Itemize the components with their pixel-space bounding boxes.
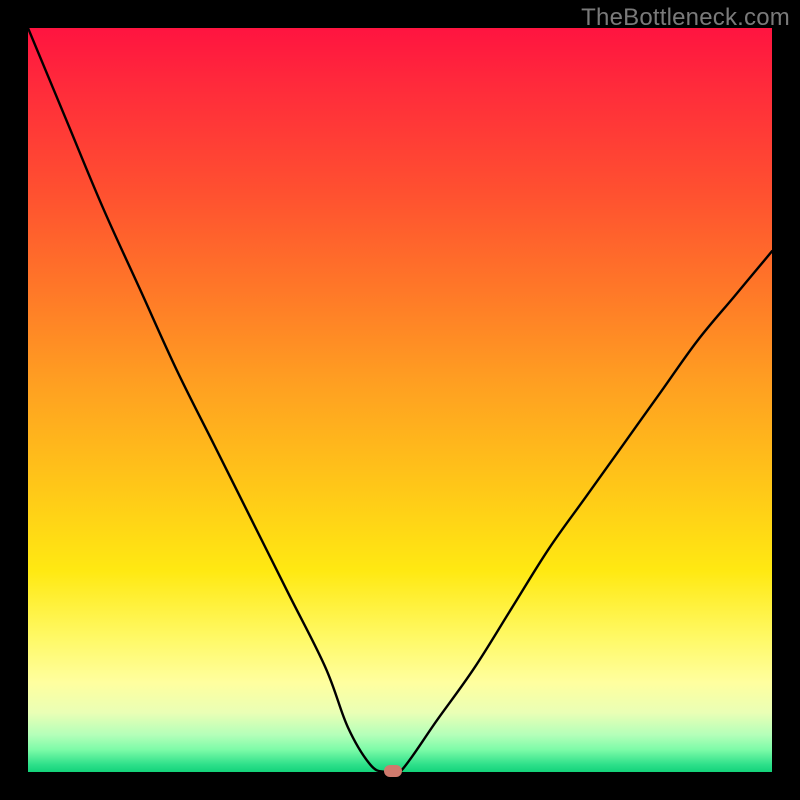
bottleneck-curve — [28, 28, 772, 772]
chart-frame: TheBottleneck.com — [0, 0, 800, 800]
optimal-point-marker — [384, 765, 402, 777]
plot-area — [28, 28, 772, 772]
